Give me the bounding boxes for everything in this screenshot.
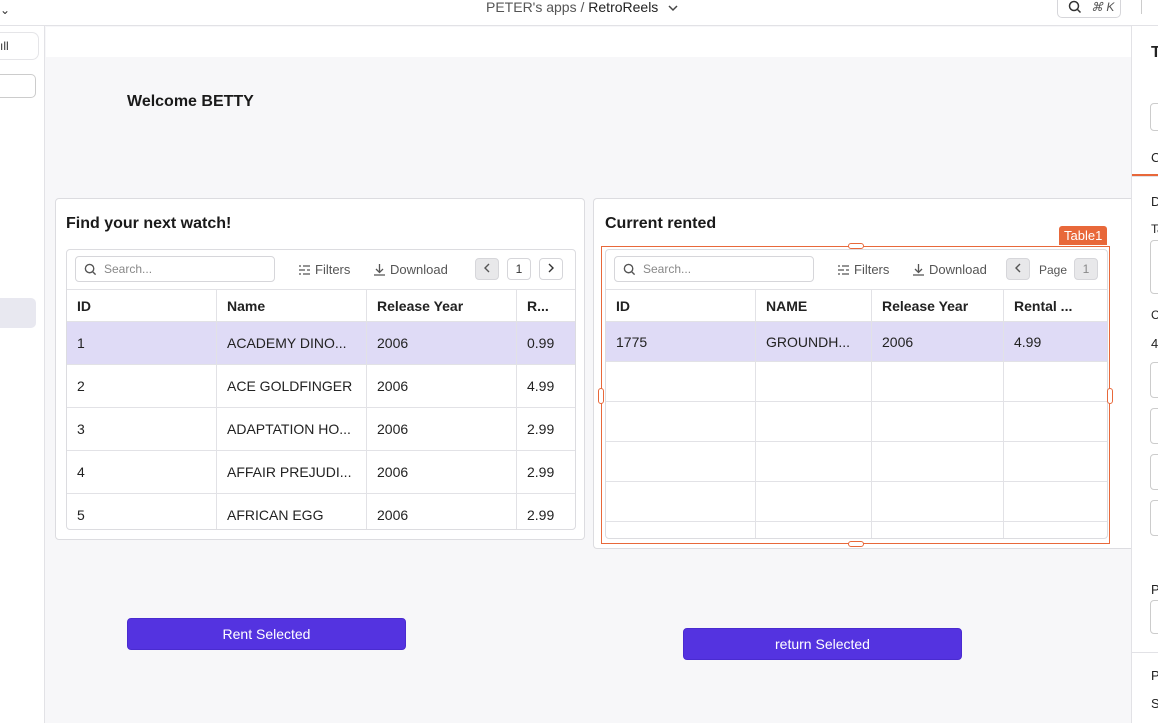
chevron-left-icon bbox=[484, 263, 490, 273]
table-cell: 2006 bbox=[367, 365, 517, 407]
table-cell: 2.99 bbox=[527, 507, 555, 523]
resize-handle-bottom[interactable] bbox=[848, 541, 864, 547]
films-table: Filters Download 1 ID Name Release Year … bbox=[66, 249, 576, 530]
filters-button[interactable]: Filters bbox=[298, 262, 350, 277]
filters-label: Filters bbox=[315, 262, 351, 277]
table-toolbar: Filters Download 1 bbox=[67, 250, 575, 290]
table-cell: 0.99 bbox=[527, 335, 555, 351]
panel-section-label: D bbox=[1151, 194, 1158, 209]
rented-title: Current rented bbox=[605, 215, 717, 232]
left-panel-search-input[interactable] bbox=[0, 74, 36, 98]
panel-field-input[interactable] bbox=[1150, 240, 1158, 294]
command-search-button[interactable]: ⌘ K bbox=[1057, 0, 1121, 18]
table-cell: 4.99 bbox=[527, 378, 555, 394]
table-row[interactable]: 5 AFRICAN EGG 2006 2.99 bbox=[67, 494, 575, 529]
table-row[interactable]: 2 ACE GOLDFINGER 2006 4.99 bbox=[67, 365, 575, 408]
top-bar: ⌄ PETER's apps / RetroReels ⌘ K bbox=[0, 0, 1158, 26]
table-cell: 3 bbox=[67, 408, 217, 450]
table-row[interactable]: 1 ACADEMY DINO... 2006 0.99 bbox=[67, 322, 575, 365]
panel-count: 4 bbox=[1151, 336, 1158, 351]
left-panel-tab[interactable]: ıll bbox=[0, 33, 38, 59]
widget-selection-outline bbox=[601, 246, 1110, 544]
browse-container: Find your next watch! Filters Download 1 bbox=[55, 198, 585, 540]
table-cell: ACADEMY DINO... bbox=[217, 322, 367, 364]
welcome-text: Welcome BETTY bbox=[127, 93, 254, 110]
workspace-link[interactable]: PETER's apps / bbox=[486, 0, 584, 15]
table-cell: 2.99 bbox=[527, 464, 555, 480]
panel-field-label: P bbox=[1151, 582, 1158, 597]
breadcrumb: PETER's apps / RetroReels bbox=[486, 0, 678, 15]
search-input[interactable] bbox=[104, 262, 254, 276]
table-cell: 5 bbox=[67, 494, 217, 529]
resize-handle-right[interactable] bbox=[1107, 388, 1113, 404]
table-cell: 2 bbox=[67, 365, 217, 407]
table-row[interactable]: 3 ADAPTATION HO... 2006 2.99 bbox=[67, 408, 575, 451]
panel-field-label: S bbox=[1151, 696, 1158, 711]
panel-field-input[interactable] bbox=[1150, 600, 1158, 634]
prev-page-button[interactable] bbox=[475, 258, 499, 280]
panel-field-label: Ta bbox=[1151, 222, 1158, 236]
panel-title: T bbox=[1151, 44, 1158, 62]
table-row[interactable]: 4 AFFAIR PREJUDI... 2006 2.99 bbox=[67, 451, 575, 494]
browse-title: Find your next watch! bbox=[66, 215, 232, 232]
chevron-down-icon[interactable]: ⌄ bbox=[0, 3, 10, 17]
table-cell: 2006 bbox=[367, 408, 517, 450]
resize-handle-top[interactable] bbox=[848, 243, 864, 249]
table-cell: AFFAIR PREJUDI... bbox=[217, 451, 367, 493]
resize-handle-left[interactable] bbox=[598, 388, 604, 404]
search-icon bbox=[84, 263, 97, 276]
shortcut-hint: ⌘ K bbox=[1091, 0, 1115, 14]
divider bbox=[1132, 176, 1158, 177]
download-icon bbox=[374, 264, 385, 276]
panel-column-item[interactable] bbox=[1150, 454, 1158, 490]
panel-field-label: C bbox=[1151, 308, 1158, 322]
widget-name-tag[interactable]: Table1 bbox=[1059, 226, 1108, 245]
app-chevron-down-icon[interactable] bbox=[668, 4, 678, 15]
download-button[interactable]: Download bbox=[373, 262, 448, 277]
rent-selected-button[interactable]: Rent Selected bbox=[127, 618, 406, 650]
column-header[interactable]: ID bbox=[67, 290, 217, 321]
column-header[interactable]: R... bbox=[517, 290, 575, 321]
return-selected-button[interactable]: return Selected bbox=[683, 628, 962, 660]
table-cell: ACE GOLDFINGER bbox=[217, 365, 367, 407]
table-cell: 2006 bbox=[367, 322, 517, 364]
table-cell: 4 bbox=[67, 451, 217, 493]
table-cell: ADAPTATION HO... bbox=[217, 408, 367, 450]
panel-input[interactable] bbox=[1150, 103, 1158, 131]
properties-panel: T C D Ta C 4 P P S bbox=[1131, 26, 1158, 723]
search-icon bbox=[1068, 0, 1082, 14]
column-header[interactable]: Release Year bbox=[367, 290, 517, 321]
chevron-right-icon bbox=[548, 263, 554, 273]
table-cell: 1 bbox=[67, 322, 217, 364]
app-name[interactable]: RetroReels bbox=[588, 0, 658, 15]
left-panel: ıll bbox=[0, 26, 45, 723]
filter-icon bbox=[299, 265, 310, 275]
panel-column-item[interactable] bbox=[1150, 500, 1158, 536]
panel-column-item[interactable] bbox=[1150, 362, 1158, 398]
table-search[interactable] bbox=[75, 256, 275, 282]
table-cell: AFRICAN EGG bbox=[217, 494, 367, 529]
next-page-button[interactable] bbox=[539, 258, 563, 280]
panel-section-label: P bbox=[1151, 668, 1158, 683]
active-tab-indicator bbox=[1132, 174, 1158, 176]
canvas-header-band bbox=[46, 27, 1132, 57]
table-cell: 2.99 bbox=[527, 421, 555, 437]
divider bbox=[1141, 0, 1142, 14]
left-panel-selected-item[interactable] bbox=[0, 298, 36, 328]
column-header[interactable]: Name bbox=[217, 290, 367, 321]
table-header-row: ID Name Release Year R... bbox=[67, 290, 575, 322]
panel-column-item[interactable] bbox=[1150, 408, 1158, 444]
divider bbox=[1132, 652, 1158, 653]
table-cell: 2006 bbox=[367, 451, 517, 493]
table-cell: 2006 bbox=[367, 494, 517, 529]
panel-tab-content[interactable]: C bbox=[1151, 150, 1158, 165]
download-label: Download bbox=[390, 262, 448, 277]
page-number[interactable]: 1 bbox=[507, 258, 531, 280]
